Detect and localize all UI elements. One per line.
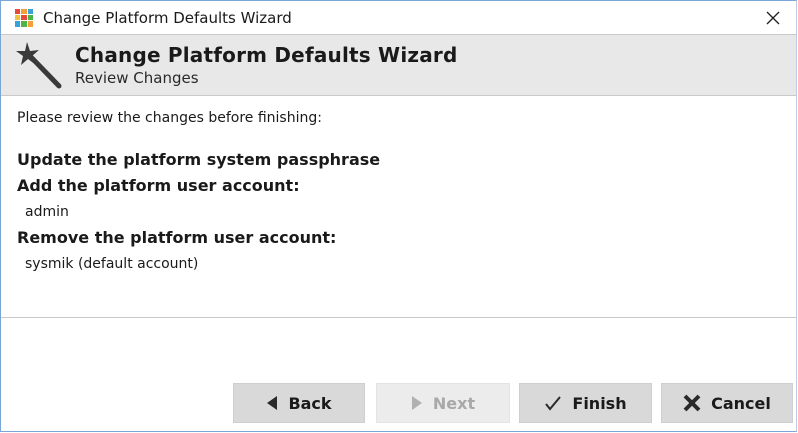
close-button[interactable] [750,1,796,34]
change-heading-add-user: Add the platform user account: [17,176,300,195]
checkmark-icon [544,395,562,411]
wizard-title: Change Platform Defaults Wizard [75,43,458,67]
next-button[interactable]: Next [376,383,510,423]
cancel-button-label: Cancel [711,393,771,413]
title-bar: Change Platform Defaults Wizard [1,1,796,34]
finish-button-label: Finish [572,393,627,413]
review-content: Please review the changes before finishi… [1,96,796,317]
next-button-label: Next [432,393,476,413]
change-heading-remove-user: Remove the platform user account: [17,228,337,247]
change-heading-passphrase: Update the platform system passphrase [17,150,381,169]
removed-user-account: sysmik (default account) [25,256,199,272]
footer-divider [1,317,796,318]
window-title: Change Platform Defaults Wizard [43,8,292,27]
wizard-header: Change Platform Defaults Wizard Review C… [1,34,796,96]
arrow-left-icon [266,395,278,411]
wizard-dialog: Change Platform Defaults Wizard Change P… [0,0,797,432]
button-bar: Back Next Finish Cancel [1,383,796,423]
close-icon [766,11,780,24]
arrow-right-icon [411,395,423,411]
back-button-label: Back [288,393,332,413]
niagara-app-icon [15,8,33,27]
x-icon [683,394,701,412]
magic-wand-icon [16,42,62,89]
review-intro-text: Please review the changes before finishi… [17,110,322,126]
cancel-button[interactable]: Cancel [661,383,793,423]
wizard-step-subtitle: Review Changes [75,69,199,87]
finish-button[interactable]: Finish [519,383,652,423]
added-user-account: admin [25,204,69,220]
back-button[interactable]: Back [233,383,365,423]
